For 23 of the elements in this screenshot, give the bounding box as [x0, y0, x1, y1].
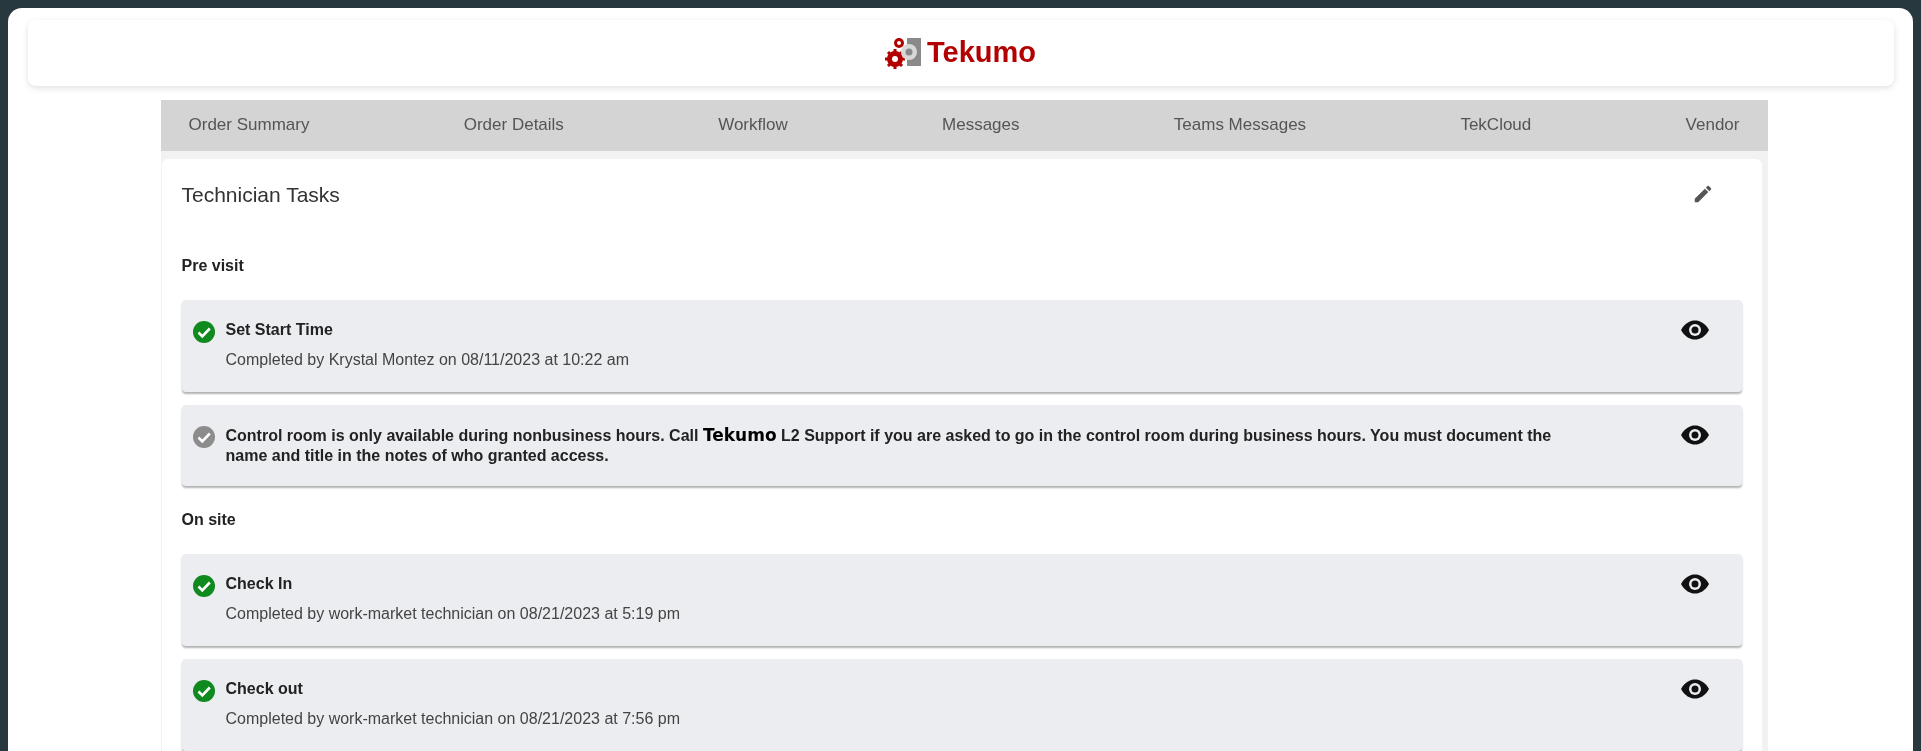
- tab[interactable]: Messages: [938, 112, 1024, 138]
- task-title: Control room is only available during nonbusiness hours. Call Tekumo L2 Support if you are asked to go in the control room during business hours. You must document the name and title in the notes of who granted access.: [225, 425, 1553, 466]
- logo-text: Tekumo: [926, 35, 1036, 71]
- eye-icon[interactable]: [1679, 425, 1710, 445]
- tab[interactable]: TekCloud: [1456, 112, 1536, 138]
- gears-logo-icon: [884, 35, 923, 70]
- task-detail: Completed by Krystal Montez on 08/11/2023 at 10:22 am: [225, 350, 630, 370]
- task-detail: Completed by work-market technician on 08/21/2023 at 5:19 pm: [225, 604, 681, 624]
- tab[interactable]: Order Details: [459, 112, 568, 138]
- section-heading: Pre visit: [181, 256, 245, 276]
- task-title: Set Start Time: [225, 320, 334, 340]
- eye-icon[interactable]: [1679, 679, 1710, 699]
- task-title: Check In: [225, 574, 294, 594]
- panel-title: Technician Tasks: [181, 181, 340, 208]
- eye-icon[interactable]: [1679, 574, 1710, 594]
- eye-icon[interactable]: [1679, 320, 1710, 340]
- task-detail: Completed by work-market technician on 08/21/2023 at 7:56 pm: [225, 709, 681, 729]
- tab[interactable]: Vendor: [1681, 112, 1744, 138]
- tab[interactable]: Teams Messages: [1169, 112, 1311, 138]
- section-heading: On site: [181, 510, 237, 530]
- task-title: Check out: [225, 679, 304, 699]
- tab[interactable]: Workflow: [714, 112, 792, 138]
- tab[interactable]: Order Summary: [184, 112, 314, 138]
